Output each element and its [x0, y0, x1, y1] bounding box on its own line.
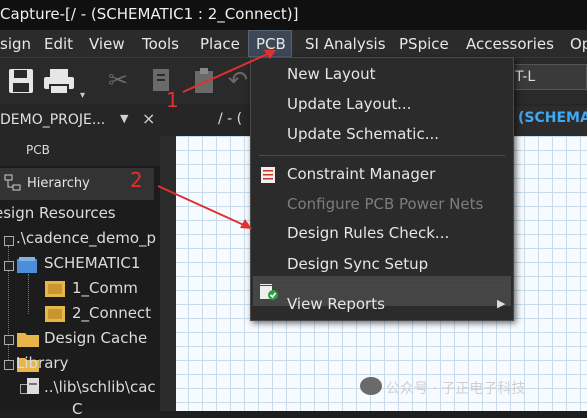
annotation-arrow-1 [182, 51, 273, 93]
annotation-step-2: 2 [130, 168, 143, 192]
watermark: 公众号 · 子正电子科技 [386, 381, 526, 397]
annotation-overlay [157, 50, 276, 229]
annotation-arrow-2 [157, 185, 247, 227]
annotation-step-1: 1 [166, 88, 179, 112]
wechat-icon [360, 377, 382, 395]
